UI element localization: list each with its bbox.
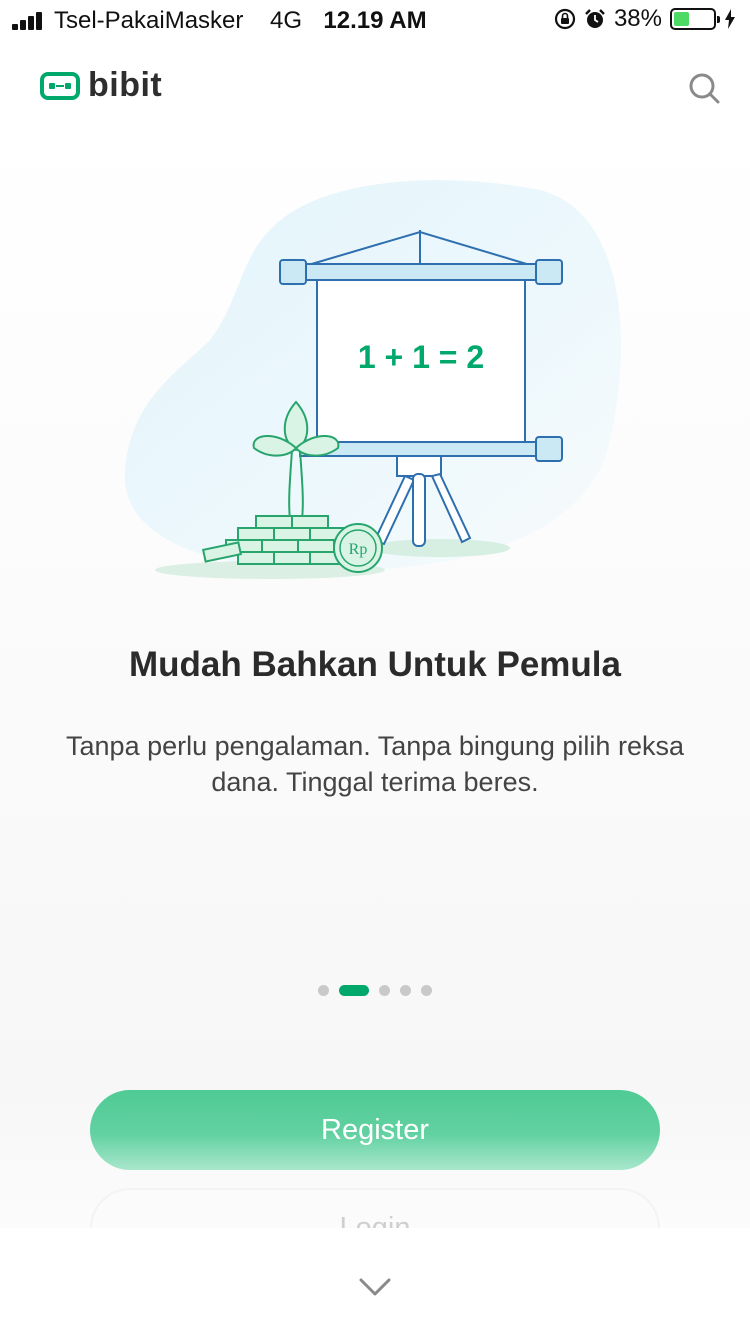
- register-button[interactable]: Register: [90, 1090, 660, 1170]
- charging-icon: [725, 9, 735, 29]
- page-dot[interactable]: [318, 985, 329, 996]
- app-header: bibit: [0, 56, 750, 116]
- brand-name: bibit: [88, 66, 163, 104]
- slide-title: Mudah Bahkan Untuk Pemula: [128, 645, 622, 684]
- page-dot[interactable]: [379, 985, 390, 996]
- battery-icon: [670, 8, 720, 30]
- battery-percentage: 38%: [613, 5, 662, 32]
- bibit-logo-icon: [40, 71, 80, 100]
- chevron-down-icon[interactable]: [358, 1276, 392, 1298]
- coin-label: Rp: [349, 541, 368, 558]
- rotation-lock-icon: [554, 8, 576, 30]
- slide-subtitle: Tanpa perlu pengalaman. Tanpa bingung pi…: [66, 731, 684, 797]
- status-bar: Tsel-PakaiMasker 4G 12.19 AM 38%: [0, 0, 750, 40]
- board-top-rail: [299, 263, 541, 281]
- alarm-icon: [585, 9, 605, 28]
- brand-logo: bibit: [40, 66, 162, 105]
- page-dot[interactable]: [421, 985, 432, 996]
- board-equation: 1 + 1 = 2: [358, 339, 484, 375]
- page-dot[interactable]: [400, 985, 411, 996]
- page-dot-active[interactable]: [339, 985, 369, 996]
- onboarding-illustration: 1 + 1 = 2 Rp: [124, 180, 622, 579]
- page-indicator: [0, 985, 750, 996]
- search-icon[interactable]: [686, 70, 722, 106]
